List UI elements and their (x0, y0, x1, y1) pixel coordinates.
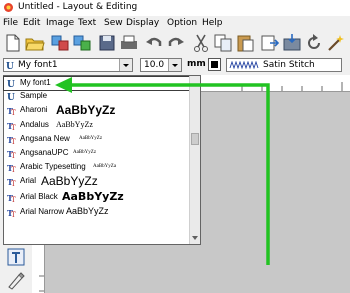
main-toolbar (0, 31, 350, 55)
svg-text:T: T (11, 211, 16, 217)
wizard-icon[interactable] (326, 33, 346, 53)
color-swatch-icon[interactable] (208, 58, 221, 71)
pen-tool-icon[interactable] (5, 269, 27, 291)
truetype-icon: TT (7, 193, 16, 202)
truetype-icon: TT (7, 135, 16, 144)
svg-text:U: U (6, 62, 14, 70)
svg-text:T: T (11, 124, 16, 130)
font-list-item-my-font1[interactable]: U My font1 (3, 76, 191, 91)
menu-text[interactable]: Text (78, 18, 96, 28)
menu-edit[interactable]: Edit (23, 18, 40, 28)
font-list-item-aharoni[interactable]: TT Aharoni AaBbYyZz (4, 104, 190, 118)
chevron-down-icon[interactable] (119, 59, 132, 71)
save-icon[interactable] (97, 33, 117, 53)
font-name: Arial Narrow (20, 207, 65, 216)
font-list-item-arial[interactable]: TT Arial AaBbYyZz (4, 175, 190, 190)
rotate-icon[interactable] (304, 33, 324, 53)
open-folder-icon[interactable] (25, 33, 45, 53)
paste-icon[interactable] (235, 33, 255, 53)
font-list-item-angsana-new[interactable]: TT Angsana New AaBbYyZz (4, 133, 190, 146)
satin-stitch-icon (229, 61, 259, 70)
user-font-icon: U (7, 80, 15, 88)
print-icon[interactable] (119, 33, 139, 53)
menu-image[interactable]: Image (46, 18, 74, 28)
truetype-icon: TT (7, 106, 16, 115)
svg-text:U: U (7, 80, 15, 88)
export-icon[interactable] (72, 33, 92, 53)
title-bar: Untitled - Layout & Editing (0, 0, 350, 16)
font-name: Andalus (20, 120, 49, 129)
font-list-item-arabic-typesetting[interactable]: TT Arabic Typesetting AaBbYyZa (4, 161, 190, 174)
font-select-value: My font1 (18, 60, 58, 70)
menu-sew[interactable]: Sew (104, 18, 123, 28)
font-list-item-arial-narrow[interactable]: TT Arial Narrow AaBbYyZz (4, 206, 190, 219)
text-toolbar: U My font1 10.0 mm Satin Stitch (0, 55, 350, 76)
stitch-select[interactable]: Satin Stitch (226, 58, 342, 72)
chevron-down-icon[interactable] (192, 236, 198, 240)
chevron-down-icon[interactable] (168, 59, 181, 71)
user-font-icon: U (6, 62, 14, 70)
new-file-icon[interactable] (3, 33, 23, 53)
window-title: Untitled - Layout & Editing (18, 2, 138, 12)
font-name: Aharoni (20, 105, 48, 114)
truetype-icon: TT (7, 163, 16, 172)
font-preview: AaBbYyZz (56, 104, 116, 117)
dropdown-scrollbar[interactable] (189, 76, 200, 244)
svg-text:T: T (11, 196, 16, 202)
copy-icon[interactable] (213, 33, 233, 53)
menu-option[interactable]: Option (167, 18, 197, 28)
svg-text:T: T (11, 138, 16, 144)
font-preview: AaBbYyZz (56, 120, 93, 129)
svg-text:T: T (11, 180, 16, 186)
font-dropdown-list[interactable]: U My font1 U Sample TT Aharoni AaBbYyZz … (3, 75, 201, 245)
truetype-icon: TT (7, 208, 16, 217)
scrollbar-thumb[interactable] (191, 133, 199, 145)
truetype-icon: TT (7, 177, 16, 186)
font-preview: AaBbYyZz (79, 136, 103, 141)
font-preview: AaBbYyZz (66, 206, 109, 216)
font-name: Angsana New (20, 134, 70, 143)
menu-bar: File Edit Image Text Sew Display Option … (0, 16, 350, 31)
truetype-icon: TT (7, 149, 16, 158)
redo-icon[interactable] (166, 33, 186, 53)
font-name: Arial Black (20, 192, 58, 201)
menu-file[interactable]: File (3, 18, 18, 28)
import-icon[interactable] (50, 33, 70, 53)
font-select[interactable]: U My font1 (3, 58, 133, 72)
font-name: My font1 (20, 78, 51, 87)
font-list-item-andalus[interactable]: TT Andalus AaBbYyZz (4, 119, 190, 132)
font-list-item-sample[interactable]: U Sample (4, 90, 190, 103)
font-preview: AaBbYyZz (73, 150, 97, 155)
stitch-select-value: Satin Stitch (263, 60, 315, 70)
font-name: Arial (20, 176, 37, 185)
undo-icon[interactable] (144, 33, 164, 53)
font-preview: AaBbYyZz (62, 191, 124, 203)
font-preview: AaBbYyZz (41, 175, 98, 188)
text-tool-icon[interactable] (5, 246, 27, 268)
svg-text:T: T (11, 166, 16, 172)
size-select-value: 10.0 (144, 60, 165, 70)
menu-help[interactable]: Help (202, 18, 223, 28)
truetype-icon: TT (7, 121, 16, 130)
user-font-icon: U (7, 93, 15, 101)
unit-label: mm (187, 59, 206, 69)
svg-text:U: U (7, 93, 15, 101)
size-select[interactable]: 10.0 (140, 58, 182, 72)
font-preview: AaBbYyZa (93, 164, 117, 169)
app-icon (3, 2, 14, 13)
font-list-item-angsanaupc[interactable]: TT AngsanaUPC AaBbYyZz (4, 147, 190, 160)
transfer-icon[interactable] (260, 33, 280, 53)
font-name: AngsanaUPC (20, 148, 69, 157)
cut-icon[interactable] (191, 33, 211, 53)
send-icon[interactable] (282, 33, 302, 53)
menu-display[interactable]: Display (126, 18, 159, 28)
svg-text:T: T (11, 109, 16, 115)
font-name: Arabic Typesetting (20, 162, 86, 171)
font-list-item-arial-black[interactable]: TT Arial Black AaBbYyZz (4, 191, 190, 205)
font-name: Sample (20, 91, 48, 100)
svg-text:T: T (11, 152, 16, 158)
